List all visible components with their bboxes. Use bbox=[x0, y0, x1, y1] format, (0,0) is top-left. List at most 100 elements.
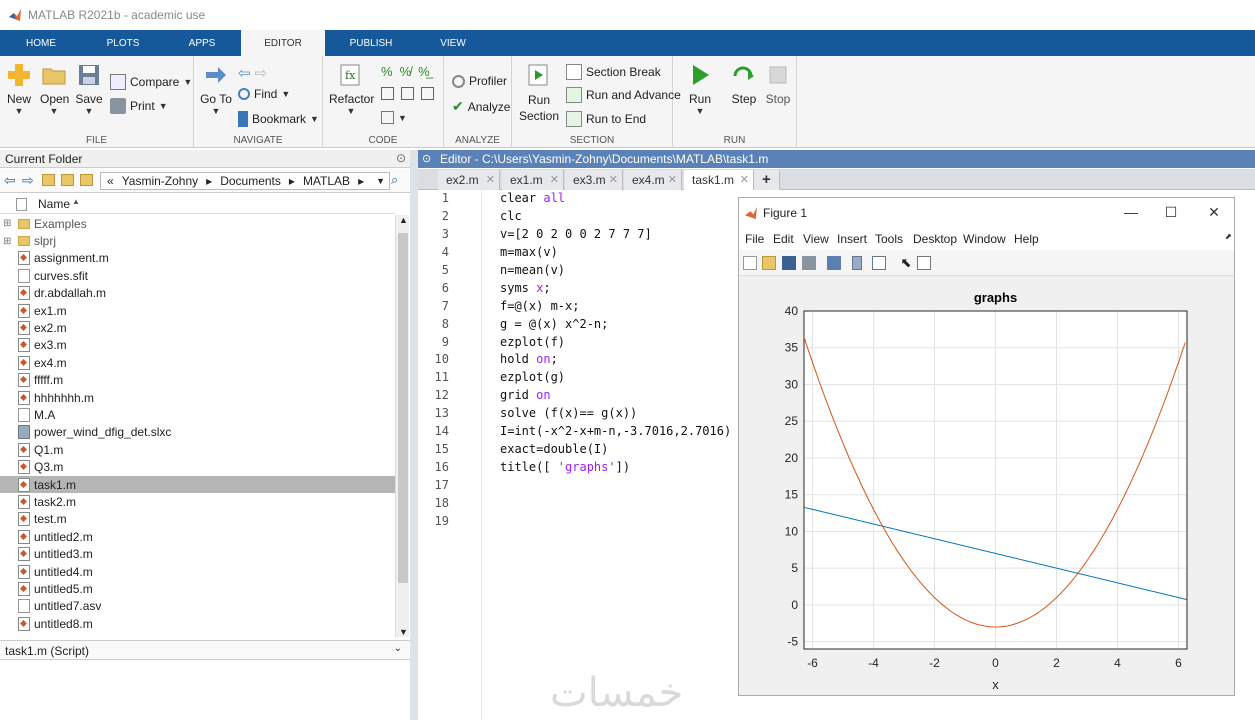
property-editor-icon[interactable] bbox=[917, 256, 931, 270]
tab-view[interactable]: VIEW bbox=[420, 30, 486, 56]
decrease-indent-icon[interactable] bbox=[421, 87, 434, 100]
colorbar-icon[interactable] bbox=[852, 256, 862, 270]
wrap-comments-icon[interactable]: %̲ bbox=[418, 64, 430, 79]
file-row[interactable]: Q3.m bbox=[0, 458, 395, 475]
tab-publish[interactable]: PUBLISH bbox=[336, 30, 406, 56]
editor-tab[interactable]: ex1.m ✕ bbox=[502, 170, 564, 190]
code-line[interactable]: title([ 'graphs']) bbox=[500, 459, 740, 477]
open-file-icon[interactable] bbox=[762, 256, 776, 270]
file-row[interactable]: ⊞ Examples bbox=[0, 215, 395, 232]
code-line[interactable]: clc bbox=[500, 208, 740, 226]
smart-indent-icon[interactable] bbox=[381, 87, 394, 100]
close-tab-icon[interactable]: ✕ bbox=[609, 170, 618, 190]
code-line[interactable]: f=@(x) m-x; bbox=[500, 298, 740, 316]
menu-file[interactable]: File bbox=[745, 232, 764, 246]
file-row[interactable]: untitled5.m bbox=[0, 580, 395, 597]
close-tab-icon[interactable]: ✕ bbox=[550, 170, 559, 190]
scroll-up-icon[interactable]: ▲ bbox=[399, 215, 408, 225]
close-tab-icon[interactable]: ✕ bbox=[740, 170, 749, 190]
comment-percent-icon[interactable]: % bbox=[381, 64, 393, 79]
menu-view[interactable]: View bbox=[803, 232, 829, 246]
file-row[interactable]: ex4.m bbox=[0, 354, 395, 371]
editor-tab[interactable]: ex3.m ✕ bbox=[565, 170, 623, 190]
tab-plots[interactable]: PLOTS bbox=[92, 30, 154, 56]
legend-icon[interactable] bbox=[872, 256, 886, 270]
file-row[interactable]: hhhhhhh.m bbox=[0, 389, 395, 406]
scrollbar-thumb[interactable] bbox=[398, 233, 408, 583]
scroll-down-icon[interactable]: ▼ bbox=[399, 627, 408, 637]
print-figure-icon[interactable] bbox=[802, 256, 816, 270]
run-button[interactable]: Run ▼ bbox=[683, 62, 717, 116]
path-segment[interactable]: Yasmin-Zohny bbox=[122, 174, 198, 188]
path-dropdown-icon[interactable]: ▼ bbox=[376, 176, 385, 186]
folder-tools-icon[interactable] bbox=[80, 174, 93, 186]
expand-icon[interactable]: ⊞ bbox=[3, 218, 11, 229]
path-overflow[interactable]: « bbox=[107, 174, 114, 188]
file-row[interactable]: untitled8.m bbox=[0, 615, 395, 632]
path-segment[interactable]: Documents bbox=[220, 174, 281, 188]
find-button[interactable]: Find ▼ bbox=[238, 87, 290, 101]
print-button[interactable]: Print ▼ bbox=[110, 98, 168, 114]
run-section-button[interactable]: Run Section bbox=[518, 62, 560, 124]
forward-arrow-icon[interactable]: ⇨ bbox=[255, 64, 268, 82]
dock-arrow-icon[interactable]: ⬈ bbox=[1225, 232, 1232, 241]
search-icon[interactable]: ⌕ bbox=[391, 172, 398, 188]
close-button[interactable]: ✕ bbox=[1194, 198, 1234, 228]
file-row[interactable]: dr.abdallah.m bbox=[0, 285, 395, 302]
compare-button[interactable]: Compare ▼ bbox=[110, 74, 192, 90]
stop-button[interactable]: Stop bbox=[761, 62, 795, 106]
step-button[interactable]: Step bbox=[727, 62, 761, 106]
menu-window[interactable]: Window bbox=[963, 232, 1006, 246]
goto-button[interactable]: Go To ▼ bbox=[198, 62, 234, 116]
close-tab-icon[interactable]: ✕ bbox=[486, 170, 495, 190]
code-line[interactable] bbox=[500, 495, 740, 513]
editor-tab[interactable]: ex2.m ✕ bbox=[438, 170, 500, 190]
menu-desktop[interactable]: Desktop bbox=[913, 232, 957, 246]
code-line[interactable]: m=max(v) bbox=[500, 244, 740, 262]
code-line[interactable]: g = @(x) x^2-n; bbox=[500, 316, 740, 334]
code-line[interactable]: n=mean(v) bbox=[500, 262, 740, 280]
code-line[interactable]: hold on; bbox=[500, 351, 740, 369]
code-line[interactable]: syms x; bbox=[500, 280, 740, 298]
file-row[interactable]: untitled3.m bbox=[0, 545, 395, 562]
code-line[interactable]: v=[2 0 2 0 0 2 7 7 7] bbox=[500, 226, 740, 244]
section-break-button[interactable]: Section Break bbox=[566, 64, 661, 80]
file-row[interactable]: curves.sfit bbox=[0, 267, 395, 284]
minimize-button[interactable]: — bbox=[1111, 198, 1151, 228]
file-row[interactable]: test.m bbox=[0, 511, 395, 528]
file-row[interactable]: ex3.m bbox=[0, 337, 395, 354]
new-tab-button[interactable]: + bbox=[754, 170, 780, 190]
back-arrow-icon[interactable]: ⇦ bbox=[4, 172, 16, 189]
back-forward-buttons[interactable]: ⇦ ⇨ bbox=[238, 64, 267, 82]
close-tab-icon[interactable]: ✕ bbox=[668, 170, 677, 190]
back-arrow-icon[interactable]: ⇦ bbox=[238, 64, 251, 82]
forward-arrow-icon[interactable]: ⇨ bbox=[22, 172, 34, 189]
file-row[interactable]: ⊞ slprj bbox=[0, 232, 395, 249]
code-line[interactable] bbox=[500, 513, 740, 531]
file-row[interactable]: task2.m bbox=[0, 493, 395, 510]
new-button[interactable]: New ▼ bbox=[5, 62, 33, 116]
code-line[interactable]: ezplot(f) bbox=[500, 334, 740, 352]
code-area[interactable]: clear all clc v=[2 0 2 0 0 2 7 7 7] m=max(v… bbox=[500, 190, 740, 720]
browse-folder-icon[interactable] bbox=[61, 174, 74, 186]
code-line[interactable]: clear all bbox=[500, 190, 740, 208]
bookmark-button[interactable]: Bookmark ▼ bbox=[238, 111, 319, 127]
increase-indent-icon[interactable] bbox=[401, 87, 414, 100]
menu-insert[interactable]: Insert bbox=[837, 232, 867, 246]
panel-options-icon[interactable]: ⊙ bbox=[396, 151, 406, 165]
profiler-button[interactable]: Profiler bbox=[452, 74, 507, 88]
pointer-icon[interactable]: ⬉ bbox=[899, 256, 913, 270]
chevron-down-icon[interactable]: ⌄ bbox=[394, 643, 402, 654]
name-column-header[interactable]: Name bbox=[38, 197, 70, 211]
run-to-end-button[interactable]: Run to End bbox=[566, 111, 646, 127]
file-row[interactable]: Q1.m bbox=[0, 441, 395, 458]
path-segment[interactable]: MATLAB bbox=[303, 174, 350, 188]
file-row[interactable]: task1.m bbox=[0, 475, 395, 494]
code-line[interactable]: ezplot(g) bbox=[500, 369, 740, 387]
file-row[interactable]: untitled4.m bbox=[0, 563, 395, 580]
editor-options-icon[interactable]: ⊙ bbox=[422, 152, 431, 165]
panel-splitter[interactable] bbox=[410, 150, 418, 720]
refactor-button[interactable]: fx Refactor ▼ bbox=[329, 62, 374, 116]
code-line[interactable]: I=int(-x^2-x+m-n,-3.7016,2.7016) bbox=[500, 423, 740, 441]
file-row[interactable]: ex2.m bbox=[0, 319, 395, 336]
